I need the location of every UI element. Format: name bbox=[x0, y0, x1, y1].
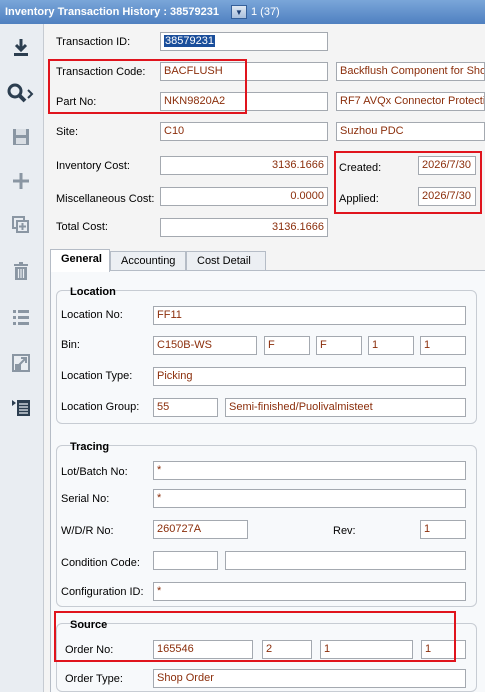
configuration-id-field[interactable]: * bbox=[153, 582, 466, 601]
title-bar: Inventory Transaction History : 38579231… bbox=[0, 0, 485, 24]
inventory-cost-field[interactable]: 3136.1666 bbox=[160, 156, 328, 175]
delete-icon bbox=[14, 262, 28, 280]
transaction-id-field[interactable]: 38579231 bbox=[160, 32, 328, 51]
search-button[interactable] bbox=[4, 78, 38, 108]
order-type-field[interactable]: Shop Order bbox=[153, 669, 466, 688]
tab-general[interactable]: General bbox=[50, 249, 110, 272]
applied-label: Applied: bbox=[339, 193, 379, 205]
transaction-code-description[interactable]: Backflush Component for Shop bbox=[336, 62, 485, 81]
total-cost-field[interactable]: 3136.1666 bbox=[160, 218, 328, 237]
order-no-field-3[interactable]: 1 bbox=[320, 640, 413, 659]
new-button[interactable] bbox=[4, 166, 38, 196]
location-group-title: Location bbox=[70, 286, 116, 298]
bin-field-5[interactable]: 1 bbox=[420, 336, 466, 355]
part-no-label: Part No: bbox=[56, 96, 97, 108]
serial-no-label: Serial No: bbox=[61, 493, 110, 505]
add-icon bbox=[13, 173, 29, 189]
transaction-id-label: Transaction ID: bbox=[56, 36, 131, 48]
order-no-field-1[interactable]: 165546 bbox=[153, 640, 253, 659]
chevron-down-icon: ▼ bbox=[235, 7, 243, 17]
lot-batch-field[interactable]: * bbox=[153, 461, 466, 480]
site-label: Site: bbox=[56, 126, 79, 138]
toolbar bbox=[0, 24, 44, 692]
location-no-field[interactable]: FF11 bbox=[153, 306, 466, 325]
bin-field-4[interactable]: 1 bbox=[368, 336, 414, 355]
condition-code-field[interactable] bbox=[153, 551, 218, 570]
tab-cost-detail[interactable]: Cost Detail bbox=[186, 251, 266, 271]
lot-batch-label: Lot/Batch No: bbox=[61, 466, 128, 478]
details-icon bbox=[12, 400, 30, 416]
total-cost-label: Total Cost: bbox=[56, 221, 108, 233]
bin-field-3[interactable]: F bbox=[316, 336, 362, 355]
tab-accounting[interactable]: Accounting bbox=[110, 251, 186, 271]
transaction-code-label: Transaction Code: bbox=[56, 66, 146, 78]
list-icon bbox=[13, 310, 29, 325]
order-no-label: Order No: bbox=[65, 644, 114, 656]
site-field[interactable]: C10 bbox=[160, 122, 328, 141]
part-no-field[interactable]: NKN9820A2 bbox=[160, 92, 328, 111]
location-group-label: Location Group: bbox=[61, 401, 140, 413]
site-description[interactable]: Suzhou PDC bbox=[336, 122, 485, 141]
order-no-field-2[interactable]: 2 bbox=[262, 640, 312, 659]
search-icon bbox=[7, 83, 34, 103]
bin-label: Bin: bbox=[61, 339, 80, 351]
applied-date-field[interactable]: 2026/7/30 bbox=[418, 187, 476, 206]
serial-no-field[interactable]: * bbox=[153, 489, 466, 508]
popout-button[interactable] bbox=[4, 348, 38, 378]
save-button[interactable] bbox=[4, 122, 38, 152]
misc-cost-field[interactable]: 0.0000 bbox=[160, 187, 328, 206]
location-type-label: Location Type: bbox=[61, 370, 133, 382]
download-button[interactable] bbox=[4, 32, 38, 62]
window-title: Inventory Transaction History : 38579231 bbox=[5, 6, 219, 18]
condition-code-label: Condition Code: bbox=[61, 557, 140, 569]
wdr-no-field[interactable]: 260727A bbox=[153, 520, 248, 539]
download-icon bbox=[14, 39, 28, 56]
condition-code-description[interactable] bbox=[225, 551, 466, 570]
location-no-label: Location No: bbox=[61, 309, 123, 321]
rev-label: Rev: bbox=[333, 525, 356, 537]
rev-field[interactable]: 1 bbox=[420, 520, 466, 539]
record-navigator-dropdown[interactable]: ▼ bbox=[230, 5, 247, 19]
list-button[interactable] bbox=[4, 302, 38, 332]
save-icon bbox=[13, 129, 29, 145]
duplicate-button[interactable] bbox=[4, 210, 38, 240]
source-group-title: Source bbox=[70, 619, 108, 631]
created-date-field[interactable]: 2026/7/30 bbox=[418, 156, 476, 175]
duplicate-icon bbox=[12, 216, 29, 233]
inventory-cost-label: Inventory Cost: bbox=[56, 160, 130, 172]
order-type-label: Order Type: bbox=[65, 673, 123, 685]
record-position: 1 (37) bbox=[250, 6, 280, 18]
location-group-field[interactable]: 55 bbox=[153, 398, 218, 417]
order-no-field-4[interactable]: 1 bbox=[421, 640, 466, 659]
bin-field-2[interactable]: F bbox=[264, 336, 310, 355]
location-group-description[interactable]: Semi-finished/Puolivalmisteet bbox=[225, 398, 466, 417]
details-button[interactable] bbox=[4, 392, 38, 422]
popout-icon bbox=[12, 354, 30, 372]
delete-button[interactable] bbox=[4, 256, 38, 286]
misc-cost-label: Miscellaneous Cost: bbox=[56, 193, 155, 205]
created-label: Created: bbox=[339, 162, 382, 174]
wdr-no-label: W/D/R No: bbox=[61, 525, 114, 537]
configuration-id-label: Configuration ID: bbox=[61, 586, 144, 598]
transaction-code-field[interactable]: BACFLUSH bbox=[160, 62, 328, 81]
bin-field-1[interactable]: C150B-WS bbox=[153, 336, 257, 355]
location-type-field[interactable]: Picking bbox=[153, 367, 466, 386]
tracing-group-title: Tracing bbox=[70, 441, 110, 453]
part-description[interactable]: RF7 AVQx Connector Protectio bbox=[336, 92, 485, 111]
